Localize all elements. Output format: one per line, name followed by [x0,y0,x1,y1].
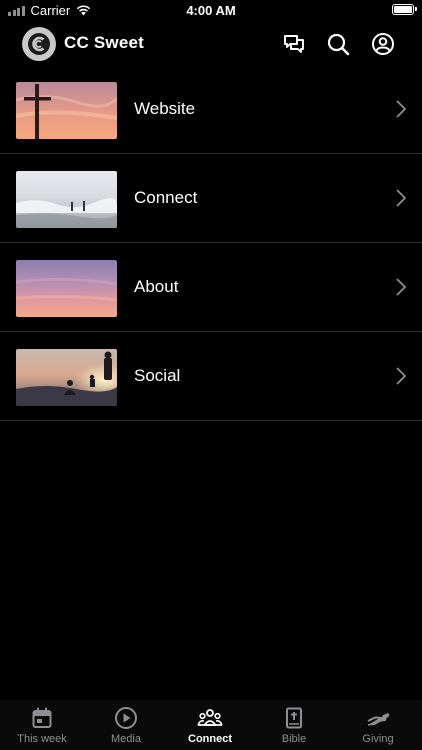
menu-item-connect[interactable]: Connect [0,154,422,243]
battery-icon [392,4,414,15]
social-thumbnail [16,349,117,406]
menu-item-label: Social [134,366,181,385]
tab-bible[interactable]: Bible [252,706,336,745]
group-icon [197,709,223,726]
giving-hand-icon [367,713,390,726]
status-bar: Carrier 4:00 AM [0,0,422,22]
website-thumbnail [16,82,117,139]
tab-label: Media [111,733,141,745]
tab-label: Connect [188,733,232,745]
menu-list: Website Connect About Social [0,65,422,421]
bible-icon [286,707,302,729]
chevron-right-icon [396,100,406,118]
tab-connect[interactable]: Connect [168,706,252,745]
connect-thumbnail [16,171,117,228]
menu-item-label: Website [134,99,196,118]
menu-item-label: About [134,277,179,296]
status-time: 4:00 AM [186,3,236,18]
logo-icon [28,33,50,55]
menu-item-about[interactable]: About [0,243,422,332]
tab-label: Bible [281,733,307,745]
chevron-right-icon [396,278,406,296]
app-title: CC Sweet [64,33,145,52]
tab-media[interactable]: Media [84,706,168,745]
account-icon[interactable] [371,32,395,56]
calendar-icon [32,707,52,728]
tab-this-week[interactable]: This week [0,706,84,745]
menu-item-label: Connect [134,188,198,207]
tab-bar: This week Media Connect Bible Giving [0,700,422,750]
search-icon[interactable] [326,32,350,56]
menu-item-website[interactable]: Website [0,65,422,154]
app-logo [22,27,56,61]
menu-item-social[interactable]: Social [0,332,422,421]
app-header: CC Sweet [0,24,422,64]
play-circle-icon [115,707,137,729]
chevron-right-icon [396,189,406,207]
chat-bubbles-icon[interactable] [282,32,306,56]
tab-label: This week [17,733,67,745]
about-thumbnail [16,260,117,317]
tab-label: Giving [362,733,394,745]
tab-giving[interactable]: Giving [336,706,420,745]
chevron-right-icon [396,367,406,385]
